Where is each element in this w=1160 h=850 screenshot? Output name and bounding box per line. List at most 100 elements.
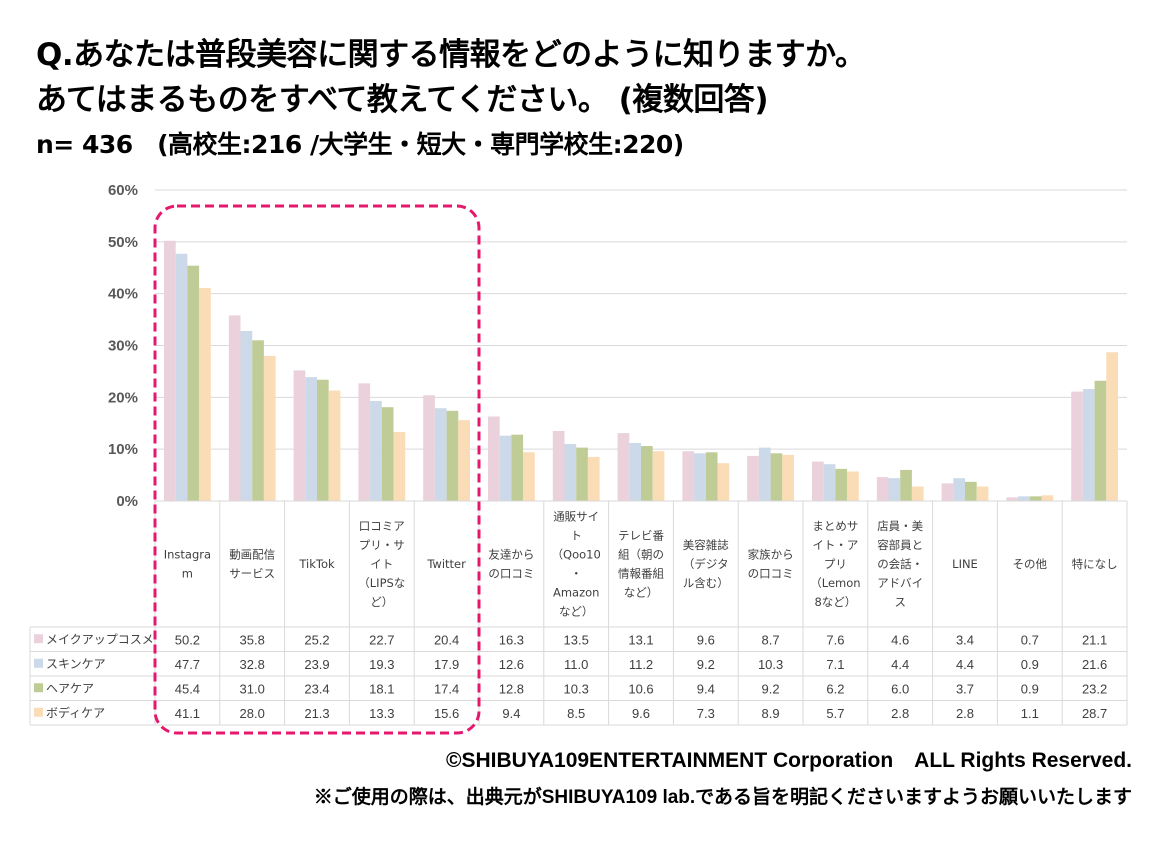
data-cell-value: 4.4: [956, 657, 974, 672]
category-label-line: まとめサ: [812, 519, 858, 533]
bar: [717, 463, 730, 501]
category-label-line: プリ: [824, 557, 847, 571]
bar: [305, 377, 317, 501]
category-label-line: 情報番組: [618, 567, 664, 581]
bar: [770, 453, 783, 501]
data-cell-value: 3.4: [956, 632, 974, 647]
data-cell-value: 9.2: [762, 681, 780, 696]
data-cell-value: 20.4: [434, 632, 459, 647]
category-label-line: イト・ア: [812, 538, 858, 552]
category-label-line: 特になし: [1072, 557, 1118, 571]
data-cell-value: 23.4: [304, 681, 329, 696]
category-label-line: ル含む）: [683, 576, 729, 590]
y-tick-label: 60%: [108, 182, 138, 199]
bar: [434, 408, 447, 501]
y-tick-label: 0%: [116, 493, 138, 510]
bar: [953, 478, 965, 501]
bar: [328, 390, 341, 501]
data-cell-value: 0.9: [1021, 681, 1039, 696]
bar: [694, 453, 706, 501]
data-cell-value: 22.7: [369, 632, 394, 647]
category-label: LINE: [952, 557, 978, 571]
legend-swatch: [34, 707, 43, 717]
data-cell-value: 21.3: [304, 706, 329, 721]
category-label-line: （Qoo10: [552, 548, 601, 562]
bar: [812, 461, 824, 501]
data-cell-value: 13.3: [369, 706, 394, 721]
bar: [911, 486, 924, 501]
bar: [1006, 497, 1019, 501]
data-cell-value: 35.8: [240, 632, 265, 647]
bar: [187, 265, 200, 501]
data-cell-value: 12.8: [499, 681, 524, 696]
data-cell-value: 10.3: [564, 681, 589, 696]
category-label: TikTok: [298, 557, 335, 571]
y-tick-label: 20%: [108, 389, 138, 406]
bar: [629, 442, 641, 501]
bar: [488, 416, 500, 501]
bar: [1094, 380, 1107, 501]
data-cell-value: 0.9: [1021, 657, 1039, 672]
data-cell-value: 45.4: [175, 681, 200, 696]
bar: [888, 478, 901, 501]
data-cell-value: 11.2: [629, 657, 653, 672]
data-cell-value: 10.6: [628, 681, 653, 696]
category-label-line: 店員・美: [877, 519, 923, 533]
category-label: 美容雑誌 （デジタル含む）: [683, 538, 729, 590]
category-label-line: 口コミア: [359, 519, 405, 533]
data-cell-value: 12.6: [499, 657, 524, 672]
data-cell-value: 50.2: [175, 632, 200, 647]
category-label: 店員・美容部員との会話・アドバイス: [877, 519, 923, 609]
legend-swatch: [34, 683, 43, 693]
y-tick-label: 10%: [108, 441, 138, 458]
category-label: まとめサイト・アプリ （Lemon 8など）: [810, 519, 860, 609]
bar: [705, 452, 718, 501]
usage-note: ※ご使用の際は、出典元がSHIBUYA109 lab.である旨を明記くださいます…: [313, 787, 1132, 808]
data-cell-value: 17.4: [434, 681, 459, 696]
category-label-line: 家族から: [748, 548, 794, 562]
category-label: 口コミアプリ・サイト （LIPSなど）: [358, 519, 405, 609]
bar: [652, 451, 665, 501]
category-label-line: Amazon: [553, 586, 599, 600]
data-cell-value: 25.2: [304, 632, 329, 647]
bar: [1082, 389, 1095, 501]
bar: [511, 434, 524, 501]
category-label-line: ・: [570, 567, 582, 581]
category-label-line: など）: [624, 586, 659, 600]
data-cell-value: 18.1: [369, 681, 394, 696]
bar-chart-with-data-table: 0% 10% 20% 30% 40% 50% 60% Instagra m 動画配信サービス Ti…: [29, 182, 1128, 735]
legend-swatch: [34, 658, 43, 668]
category-label-line: （LIPSな: [358, 576, 405, 590]
category-label-line: m: [182, 567, 193, 581]
y-axis: 0% 10% 20% 30% 40% 50% 60%: [108, 182, 138, 510]
category-label-line: Instagra: [164, 548, 211, 562]
category-label: 家族からの口コミ: [748, 548, 794, 581]
bar: [747, 455, 759, 501]
data-cell-value: 41.1: [175, 706, 200, 721]
bar: [576, 447, 588, 501]
data-cell-value: 23.9: [304, 657, 329, 672]
legend-label: ヘアケア: [46, 681, 94, 695]
bar: [758, 447, 771, 501]
category-label-line: TikTok: [298, 557, 335, 571]
data-cell-value: 7.3: [697, 706, 715, 721]
category-label-line: テレビ番: [618, 529, 664, 543]
data-cell-value: 9.4: [697, 681, 715, 696]
category-label: Instagra m: [164, 548, 211, 581]
data-cell-value: 8.5: [567, 706, 585, 721]
bar: [682, 451, 695, 501]
category-label-line: アドバイ: [877, 576, 923, 590]
y-tick-label: 40%: [108, 286, 138, 303]
data-cell-value: 8.9: [762, 706, 780, 721]
data-cell-value: 4.4: [891, 657, 909, 672]
bars: [164, 240, 1118, 501]
bar: [1018, 496, 1030, 501]
bar: [1029, 496, 1042, 501]
category-label-line: の口コミ: [488, 567, 534, 581]
data-cell-value: 8.7: [762, 632, 780, 647]
data-cell-value: 2.8: [891, 706, 909, 721]
category-label-line: の口コミ: [748, 567, 794, 581]
bar: [900, 469, 912, 501]
bar: [263, 355, 276, 501]
bar: [641, 446, 653, 501]
